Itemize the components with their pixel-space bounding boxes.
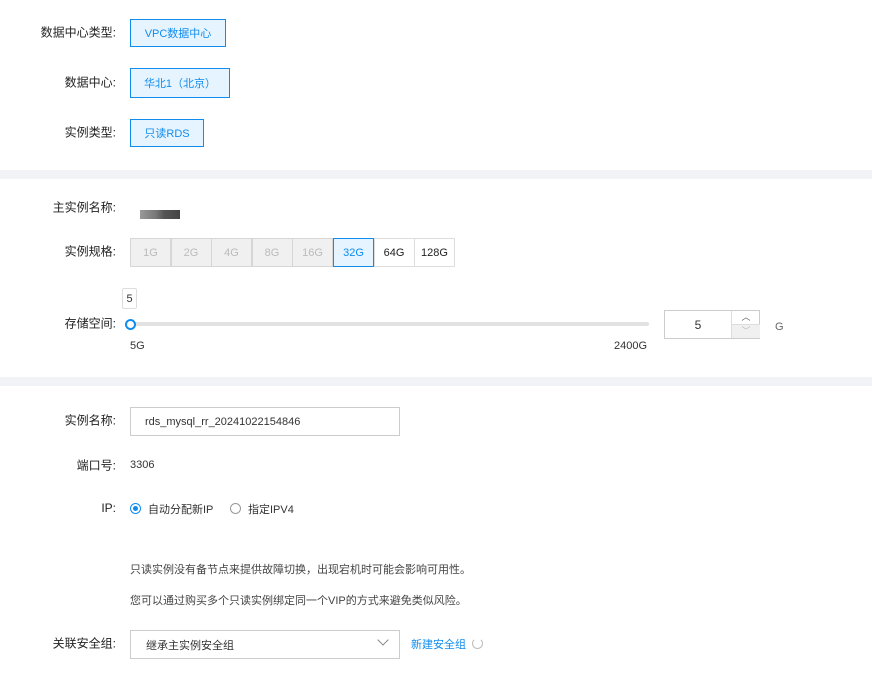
instance-name-input[interactable]: rds_mysql_rr_20241022154846 bbox=[130, 407, 400, 436]
section-divider bbox=[0, 170, 872, 179]
spec-option-8g: 8G bbox=[251, 238, 293, 267]
ip-label: IP: bbox=[101, 501, 116, 515]
port-value: 3306 bbox=[130, 459, 155, 471]
storage-unit: G bbox=[775, 321, 784, 333]
radio-specify-ipv4-label[interactable]: 指定IPV4 bbox=[248, 501, 294, 517]
radio-auto-ip[interactable] bbox=[130, 503, 141, 514]
chevron-down-icon bbox=[377, 634, 389, 646]
new-security-group-link[interactable]: 新建安全组 bbox=[411, 636, 466, 652]
storage-slider-track[interactable] bbox=[130, 322, 649, 326]
spec-option-64g[interactable]: 64G bbox=[373, 238, 415, 267]
slider-max-label: 2400G bbox=[614, 340, 648, 352]
note-text: 只读实例没有备节点来提供故障切换，出现宕机时可能会影响可用性。 bbox=[130, 564, 471, 576]
master-name-redacted bbox=[140, 210, 180, 219]
storage-slider-thumb[interactable] bbox=[125, 319, 136, 330]
section-divider bbox=[0, 377, 872, 386]
note-text: 您可以通过购买多个只读实例绑定同一个VIP的方式来避免类似风险。 bbox=[130, 595, 467, 607]
increment-chevron-up-icon[interactable]: ︿ bbox=[732, 311, 760, 325]
datacenter-option[interactable]: 华北1（北京） bbox=[130, 68, 230, 98]
spec-option-16g: 16G bbox=[292, 238, 333, 267]
refresh-icon[interactable] bbox=[472, 638, 483, 649]
decrement-chevron-down-icon[interactable]: ﹀ bbox=[732, 325, 760, 338]
datacenter-label: 数据中心: bbox=[64, 75, 116, 90]
datacenter-type-option[interactable]: VPC数据中心 bbox=[130, 19, 226, 47]
security-group-label: 关联安全组: bbox=[52, 636, 116, 651]
instance-type-label: 实例类型: bbox=[64, 125, 116, 140]
instance-name-label: 实例名称: bbox=[64, 413, 116, 428]
spec-option-2g: 2G bbox=[170, 238, 212, 267]
port-label: 端口号: bbox=[76, 458, 116, 473]
spec-option-128g[interactable]: 128G bbox=[414, 238, 455, 267]
datacenter-type-label: 数据中心类型: bbox=[40, 25, 116, 40]
spec-option-1g: 1G bbox=[130, 238, 171, 267]
master-name-label: 主实例名称: bbox=[52, 200, 116, 215]
spec-option-32g[interactable]: 32G bbox=[333, 238, 374, 267]
instance-type-option[interactable]: 只读RDS bbox=[130, 119, 204, 147]
spec-label: 实例规格: bbox=[64, 244, 116, 259]
radio-specify-ipv4[interactable] bbox=[230, 503, 241, 514]
spec-option-4g: 4G bbox=[211, 238, 252, 267]
slider-min-label: 5G bbox=[130, 340, 145, 352]
radio-auto-ip-label[interactable]: 自动分配新IP bbox=[148, 501, 213, 517]
storage-label: 存储空间: bbox=[64, 316, 116, 331]
slider-tooltip: 5 bbox=[122, 288, 137, 309]
storage-input[interactable]: 5 ︿ ﹀ bbox=[664, 310, 760, 339]
security-group-select[interactable]: 继承主实例安全组 bbox=[130, 630, 400, 659]
storage-value: 5 bbox=[694, 317, 702, 332]
security-group-value: 继承主实例安全组 bbox=[146, 639, 234, 652]
